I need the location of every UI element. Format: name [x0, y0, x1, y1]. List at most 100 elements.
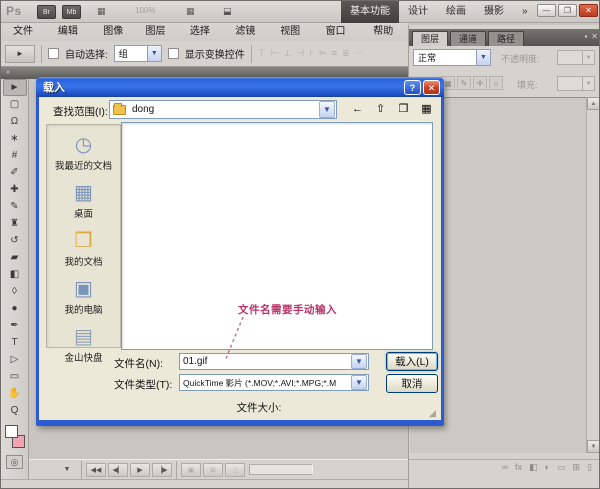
window-button-restore[interactable]: ❐: [558, 4, 577, 17]
footer-icon-link-layers[interactable]: ∞: [502, 462, 508, 477]
chevron-down-icon[interactable]: ▼: [319, 101, 335, 118]
tool-rectangle-shape[interactable]: ▭: [3, 368, 27, 385]
panel-tab-channels[interactable]: 通道: [450, 31, 486, 46]
filetype-combo[interactable]: QuickTime 影片 (*.MOV;*.AVI;*.MPG;*.M ▼: [179, 374, 369, 391]
dialog-titlebar[interactable]: 载入 ? ✕: [36, 77, 444, 97]
chevron-down-icon[interactable]: ▼: [351, 354, 367, 369]
tool-move[interactable]: ►: [3, 79, 27, 96]
collapse-panels-icon[interactable]: «: [6, 69, 10, 76]
playback-button-rewind[interactable]: ◀◀: [86, 463, 106, 477]
tool-eraser[interactable]: ▰: [3, 249, 27, 266]
align-icon-align-right-edges[interactable]: ⊨: [319, 48, 327, 59]
zoom-level-value[interactable]: 100%: [135, 6, 155, 15]
frame-tool-button-tween[interactable]: ▣: [181, 463, 201, 477]
layers-scrollbar[interactable]: ▲ ▼: [586, 97, 600, 453]
menu-view[interactable]: 视图(V): [273, 23, 314, 41]
tool-type[interactable]: T: [3, 334, 27, 351]
blend-mode-combo[interactable]: 正常 ▼: [413, 49, 491, 66]
tool-brush[interactable]: ✎: [3, 198, 27, 215]
tool-history-brush[interactable]: ↺: [3, 232, 27, 249]
nav-icon-new-folder[interactable]: ❒: [393, 100, 414, 119]
tool-clone-stamp[interactable]: ♜: [3, 215, 27, 232]
place-recent-documents[interactable]: ◷ 我最近的文档: [47, 133, 120, 172]
resize-grip-icon[interactable]: ◢: [429, 408, 439, 418]
lock-icon-lock-position[interactable]: ✛: [473, 76, 487, 90]
close-button[interactable]: ✕: [423, 80, 440, 95]
panel-tab-layers[interactable]: 图层: [412, 31, 448, 46]
footer-icon-layer-style[interactable]: fx: [515, 462, 522, 477]
align-icon-distribute-bottom[interactable]: ⋯: [355, 48, 364, 59]
cancel-button[interactable]: 取消: [386, 374, 438, 393]
show-transform-checkbox[interactable]: [168, 48, 179, 59]
auto-select-checkbox[interactable]: [48, 48, 59, 59]
window-button-close[interactable]: ✕: [579, 4, 598, 17]
menu-file[interactable]: 文件(F): [6, 23, 47, 41]
menu-window[interactable]: 窗口(W): [319, 23, 363, 41]
chevron-down-icon[interactable]: ▼: [147, 46, 161, 61]
tool-hand[interactable]: ✋: [3, 385, 27, 402]
place-kuaipan-drive[interactable]: ▤ 金山快盘: [47, 325, 120, 364]
place-desktop[interactable]: ▦ 桌面: [47, 181, 120, 220]
align-icon-distribute-middle[interactable]: ≣: [342, 48, 350, 59]
auto-select-target-combo[interactable]: 组 ▼: [114, 45, 162, 62]
footer-icon-adjustment-layer[interactable]: ◐: [545, 462, 550, 477]
lock-icon-lock-image-pixels[interactable]: ✎: [457, 76, 471, 90]
align-icon-align-horizontal-centers[interactable]: ⊦: [309, 48, 314, 59]
view-extras-icon[interactable]: ▦: [186, 6, 195, 17]
foreground-color-swatch[interactable]: [5, 425, 18, 438]
quick-mask-button[interactable]: ◎: [6, 455, 23, 469]
chevron-down-icon[interactable]: ▼: [476, 50, 490, 65]
frame-tool-button-delete-frame[interactable]: ▯: [225, 463, 245, 477]
tool-blur[interactable]: ◊: [3, 283, 27, 300]
tool-path-selection[interactable]: ▷: [3, 351, 27, 368]
scroll-up-icon[interactable]: ▲: [587, 97, 600, 110]
menu-image[interactable]: 图像(I): [96, 23, 134, 41]
align-icon-distribute-top[interactable]: ≡: [332, 48, 337, 59]
tool-dodge[interactable]: ●: [3, 300, 27, 317]
chevron-down-icon[interactable]: ▼: [351, 375, 367, 390]
help-button[interactable]: ?: [404, 80, 421, 95]
align-icon-align-left-edges[interactable]: ⊣: [296, 48, 304, 59]
filename-input[interactable]: [180, 355, 351, 368]
window-button-minimize[interactable]: —: [537, 4, 556, 17]
workspace-tab-painting[interactable]: 绘画: [437, 1, 475, 23]
workspace-tab-basic-functions[interactable]: 基本功能: [341, 1, 399, 23]
tool-rectangular-marquee[interactable]: ▢: [3, 96, 27, 113]
place-my-computer[interactable]: ▣ 我的电脑: [47, 277, 120, 316]
screen-mode-icon[interactable]: ⬓: [223, 6, 232, 17]
tool-pen[interactable]: ✒: [3, 317, 27, 334]
panel-tab-paths[interactable]: 路径: [488, 31, 524, 46]
tool-crop[interactable]: #: [3, 147, 27, 164]
mini-bridge-button[interactable]: Mb: [62, 5, 81, 19]
panel-mini-icon-panel-close[interactable]: ✕: [591, 32, 598, 42]
arrange-documents-icon[interactable]: ▦: [97, 6, 106, 17]
workspace-tab-more[interactable]: »: [513, 1, 537, 23]
menu-select[interactable]: 选择(S): [183, 23, 224, 41]
frame-dropdown-icon[interactable]: ▼: [57, 463, 77, 477]
tool-quick-selection[interactable]: ∗: [3, 130, 27, 147]
scroll-down-icon[interactable]: ▼: [587, 440, 600, 453]
footer-icon-add-layer-mask[interactable]: ◧: [529, 462, 538, 477]
menu-filter[interactable]: 滤镜(T): [228, 23, 269, 41]
playback-button-play[interactable]: ▶: [130, 463, 150, 477]
menu-help[interactable]: 帮助(H): [366, 23, 408, 41]
opacity-field[interactable]: ▼: [557, 50, 595, 65]
nav-icon-view-menu[interactable]: ▦: [416, 100, 437, 119]
workspace-tab-photography[interactable]: 摄影: [475, 1, 513, 23]
tool-eyedropper[interactable]: ✐: [3, 164, 27, 181]
workspace-tab-design[interactable]: 设计: [399, 1, 437, 23]
align-icon-align-vertical-centers[interactable]: ⊢: [271, 48, 279, 59]
playback-button-step-back[interactable]: ◀▏: [108, 463, 128, 477]
align-icon-align-top-edges[interactable]: ⊤: [258, 48, 266, 59]
footer-icon-new-layer[interactable]: ⊞: [573, 462, 581, 477]
tool-lasso[interactable]: Ω: [3, 113, 27, 130]
nav-icon-up-one-level[interactable]: ⇧: [370, 100, 391, 119]
tool-spot-healing-brush[interactable]: ✚: [3, 181, 27, 198]
lookin-combo[interactable]: dong ▼: [109, 100, 337, 119]
load-button[interactable]: 载入(L): [386, 352, 438, 371]
align-icon-align-bottom-edges[interactable]: ⊥: [283, 48, 291, 59]
tool-zoom[interactable]: Q: [3, 402, 27, 419]
footer-icon-layer-group[interactable]: ▭: [557, 462, 566, 477]
panel-mini-icon-panel-collapse[interactable]: ▪: [584, 32, 587, 42]
tool-gradient[interactable]: ◧: [3, 266, 27, 283]
